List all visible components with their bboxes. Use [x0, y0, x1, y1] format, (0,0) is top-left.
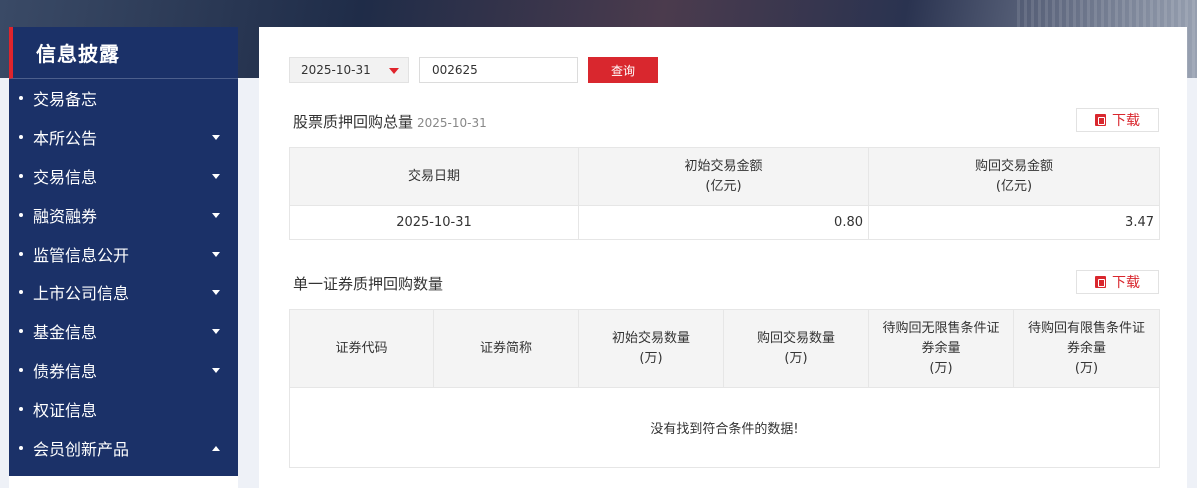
caret-down-icon — [212, 329, 220, 335]
sidebar-item-label: 上市公司信息 — [33, 284, 130, 304]
sidebar-item-label: 本所公告 — [33, 129, 98, 149]
sidebar-item-label: 会员创新产品 — [33, 439, 130, 459]
sidebar-item-label: 债券信息 — [33, 361, 98, 381]
sidebar-item-member-products[interactable]: 会员创新产品 — [9, 428, 238, 467]
sidebar-item-label: 融资融券 — [33, 206, 98, 226]
sidebar-menu: 交易备忘 本所公告 交易信息 融资融券 监管信息公开 上市公司信息 基金信息 债… — [9, 79, 238, 467]
download-label: 下载 — [1112, 275, 1140, 291]
caret-down-icon — [212, 212, 220, 218]
bullet-icon — [19, 445, 23, 450]
sidebar-item-label: 交易信息 — [33, 167, 98, 187]
section-title-total-text: 股票质押回购总量 — [293, 113, 414, 131]
query-toolbar: 2025-10-31 查询 — [289, 57, 658, 83]
total-volume-table: 交易日期 初始交易金额 (亿元) 购回交易金额 (亿元) 2025-10-31 0.… — [289, 147, 1160, 240]
table-row: 2025-10-31 0.80 3.47 — [289, 205, 1160, 240]
column-header: 证券代码 — [289, 309, 434, 388]
download-button-total[interactable]: 下载 — [1076, 108, 1159, 132]
bullet-icon — [19, 329, 23, 334]
sidebar-item-label: 交易备忘 — [33, 90, 98, 110]
pdf-icon — [1095, 276, 1106, 288]
single-security-table: 证券代码 证券简称 初始交易数量 (万) 购回交易数量 (万) 待购回无限售条件证券… — [289, 309, 1160, 468]
stock-code-input[interactable] — [419, 57, 578, 83]
caret-down-icon — [212, 290, 220, 296]
column-header: 交易日期 — [289, 147, 579, 206]
section-date: 2025-10-31 — [417, 116, 487, 130]
empty-message: 没有找到符合条件的数据! — [289, 387, 1160, 468]
date-select[interactable]: 2025-10-31 — [289, 57, 409, 83]
pdf-icon — [1095, 114, 1106, 126]
date-select-value: 2025-10-31 — [301, 63, 371, 77]
sidebar-item-label: 权证信息 — [33, 400, 98, 420]
bullet-icon — [19, 251, 23, 256]
caret-down-icon — [212, 135, 220, 141]
main-panel: 2025-10-31 查询 股票质押回购总量2025-10-31 下载 交易日期… — [259, 27, 1187, 488]
column-header: 证券简称 — [433, 309, 579, 388]
table-cell: 3.47 — [868, 205, 1160, 240]
caret-up-icon — [212, 445, 220, 451]
sidebar-item-label: 基金信息 — [33, 323, 98, 343]
table-header-row: 证券代码 证券简称 初始交易数量 (万) 购回交易数量 (万) 待购回无限售条件证券… — [289, 309, 1160, 388]
column-header: 购回交易金额 (亿元) — [868, 147, 1160, 206]
query-button[interactable]: 查询 — [588, 57, 658, 83]
sidebar-item-bond-info[interactable]: 债券信息 — [9, 351, 238, 390]
sidebar-title: 信息披露 — [9, 27, 238, 79]
caret-down-icon — [212, 251, 220, 257]
bullet-icon — [19, 96, 23, 101]
sidebar-item-warrant-info[interactable]: 权证信息 — [9, 389, 238, 428]
caret-down-icon — [212, 367, 220, 373]
sidebar-item-fund-info[interactable]: 基金信息 — [9, 312, 238, 351]
bullet-icon — [19, 173, 23, 178]
column-header: 初始交易数量 (万) — [578, 309, 724, 388]
table-empty-row: 没有找到符合条件的数据! — [289, 387, 1160, 468]
download-label: 下载 — [1112, 113, 1140, 129]
column-header: 购回交易数量 (万) — [723, 309, 869, 388]
sidebar-item-regulatory-info[interactable]: 监管信息公开 — [9, 234, 238, 273]
submenu-peek — [9, 476, 238, 488]
bullet-icon — [19, 406, 23, 411]
section-title-single: 单一证券质押回购数量 — [293, 275, 444, 293]
bullet-icon — [19, 290, 23, 295]
caret-down-icon — [212, 173, 220, 179]
dropdown-arrow-icon — [389, 68, 399, 74]
sidebar-item-margin-trading[interactable]: 融资融券 — [9, 195, 238, 234]
column-header: 初始交易金额 (亿元) — [578, 147, 869, 206]
sidebar-item-trading-memo[interactable]: 交易备忘 — [9, 79, 238, 118]
bullet-icon — [19, 367, 23, 372]
sidebar-item-label: 监管信息公开 — [33, 245, 130, 265]
column-header: 待购回无限售条件证 券余量 (万) — [868, 309, 1014, 388]
column-header: 待购回有限售条件证 券余量 (万) — [1013, 309, 1160, 388]
section-title-total: 股票质押回购总量 2025-10-31 — [293, 111, 487, 132]
bullet-icon — [19, 212, 23, 217]
sidebar-item-listed-company[interactable]: 上市公司信息 — [9, 273, 238, 312]
download-button-single[interactable]: 下载 — [1076, 270, 1159, 294]
table-cell: 0.80 — [578, 205, 869, 240]
table-cell: 2025-10-31 — [289, 205, 579, 240]
sidebar: 信息披露 交易备忘 本所公告 交易信息 融资融券 监管信息公开 上市公司信息 基… — [9, 27, 238, 488]
sidebar-item-announcements[interactable]: 本所公告 — [9, 118, 238, 157]
bullet-icon — [19, 135, 23, 140]
sidebar-item-trading-info[interactable]: 交易信息 — [9, 157, 238, 196]
table-header-row: 交易日期 初始交易金额 (亿元) 购回交易金额 (亿元) — [289, 147, 1160, 206]
